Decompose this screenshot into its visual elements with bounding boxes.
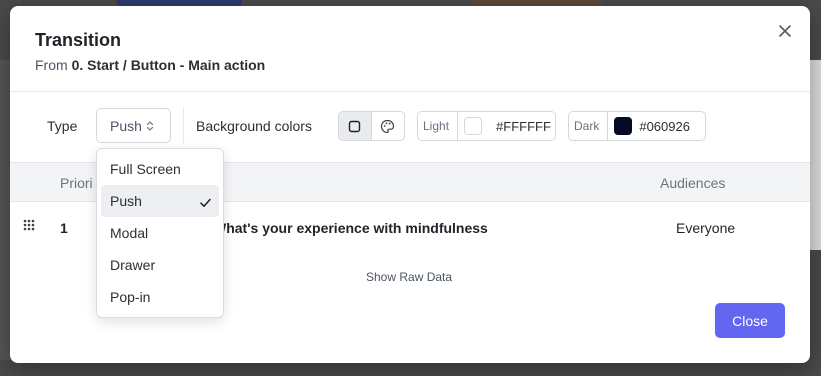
light-color-field[interactable]: Light #FFFFFF bbox=[417, 111, 556, 141]
background-panel bbox=[809, 60, 821, 250]
row-name: What's your experience with mindfulness bbox=[213, 220, 488, 236]
subtitle-prefix: From bbox=[35, 57, 68, 73]
light-label: Light bbox=[418, 112, 459, 140]
dropdown-option-modal[interactable]: Modal bbox=[101, 217, 219, 249]
dropdown-option-drawer[interactable]: Drawer bbox=[101, 249, 219, 281]
grip-icon[interactable] bbox=[22, 218, 36, 235]
background-mode-toggle bbox=[338, 111, 405, 141]
type-label: Type bbox=[47, 118, 78, 134]
type-select[interactable]: Push bbox=[96, 108, 171, 143]
modal-title: Transition bbox=[35, 30, 122, 50]
background-colors-label: Background colors bbox=[196, 118, 312, 134]
dark-swatch[interactable] bbox=[614, 117, 633, 135]
type-select-value: Push bbox=[110, 117, 142, 134]
dark-hex[interactable]: #060926 bbox=[639, 119, 690, 134]
palette-icon[interactable] bbox=[372, 112, 405, 140]
modal-subtitle: From 0. Start / Button - Main action bbox=[35, 57, 265, 73]
audiences-header[interactable]: Audiences bbox=[660, 175, 725, 191]
row-priority: 1 bbox=[60, 220, 68, 236]
close-icon[interactable] bbox=[774, 20, 796, 42]
dark-label: Dark bbox=[569, 112, 609, 140]
square-icon[interactable] bbox=[339, 112, 372, 140]
dropdown-option-push[interactable]: Push bbox=[101, 185, 219, 217]
toolbar-divider bbox=[183, 108, 184, 144]
background-panel bbox=[0, 60, 10, 360]
subtitle-path: 0. Start / Button - Main action bbox=[71, 57, 266, 73]
dropdown-option-full-screen[interactable]: Full Screen bbox=[101, 153, 219, 185]
show-raw-data-link[interactable]: Show Raw Data bbox=[366, 270, 452, 284]
row-audience: Everyone bbox=[676, 220, 736, 236]
light-swatch[interactable] bbox=[464, 117, 483, 135]
dropdown-option-label: Push bbox=[110, 193, 142, 209]
dropdown-option-pop-in[interactable]: Pop-in bbox=[101, 281, 219, 313]
check-icon bbox=[200, 195, 211, 211]
chevron-updown-icon bbox=[146, 120, 154, 132]
close-button[interactable]: Close bbox=[715, 303, 785, 338]
light-hex[interactable]: #FFFFFF bbox=[496, 119, 551, 134]
dark-color-field[interactable]: Dark #060926 bbox=[568, 111, 706, 141]
priority-header[interactable]: Priori bbox=[60, 175, 93, 191]
type-dropdown-menu: Full Screen Push Modal Drawer Pop-in bbox=[96, 148, 224, 318]
